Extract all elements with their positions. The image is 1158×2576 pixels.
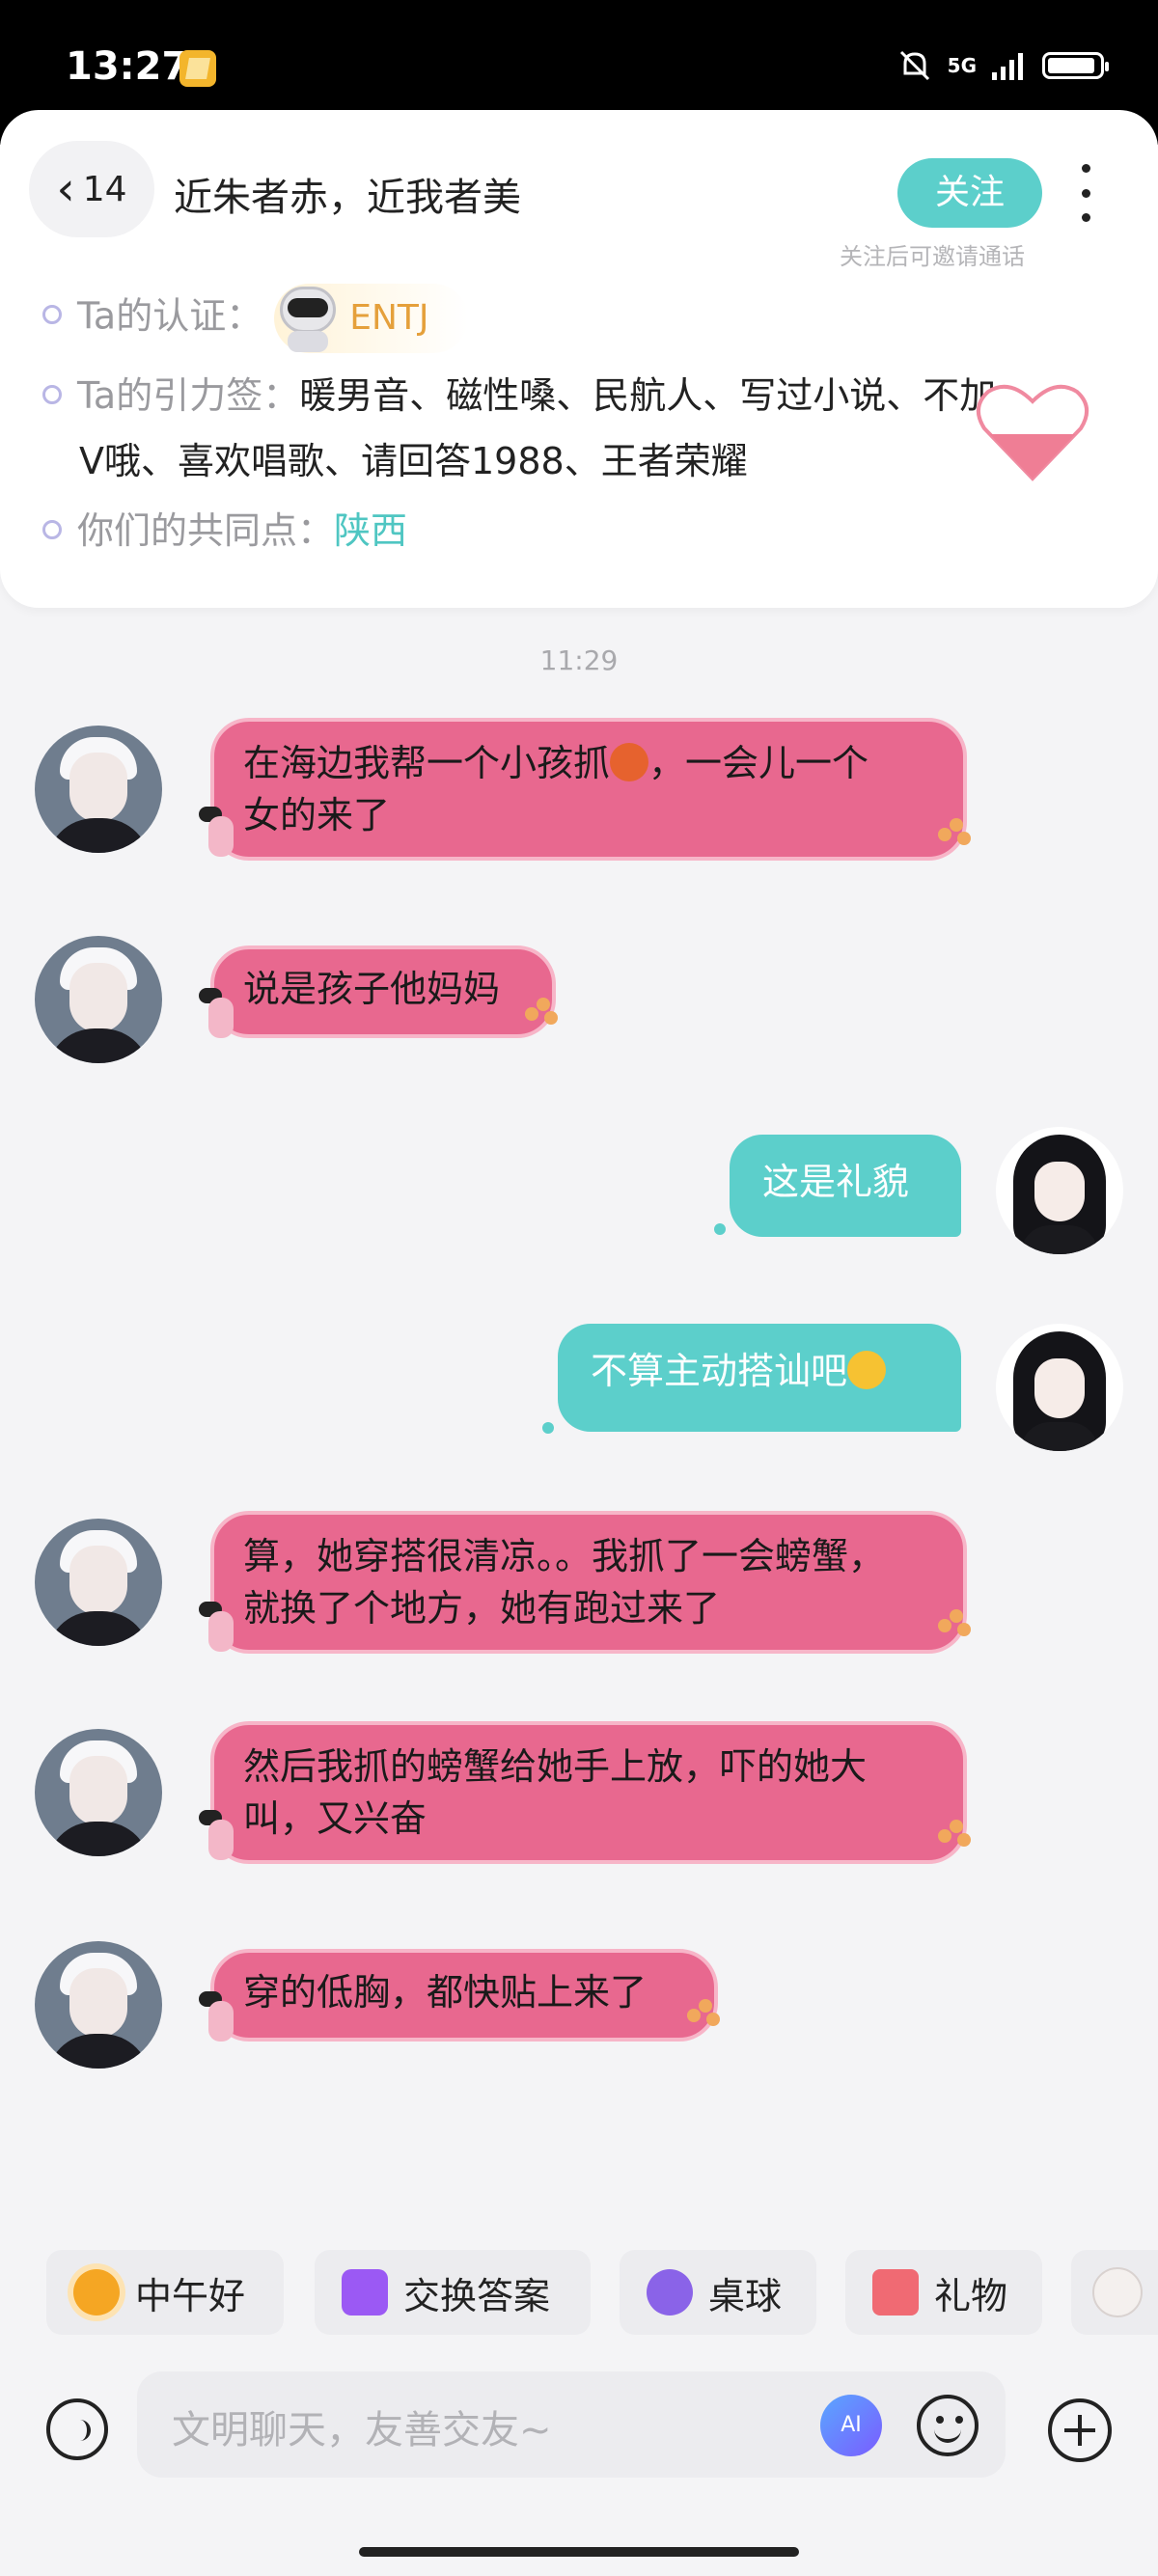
message-input-bar: 文明聊天，友善交友~ AI [0, 2360, 1158, 2495]
common-row: 你们的共同点：陕西 [42, 504, 407, 558]
bubble-tail [714, 1223, 726, 1235]
unread-count: 14 [82, 169, 127, 209]
voice-input-icon[interactable] [46, 2398, 108, 2460]
tags-row-cont: V哦、喜欢唱歌、请回答1988、王者荣耀 [79, 434, 748, 488]
bullet-icon [42, 519, 62, 539]
bullet-icon [42, 384, 62, 404]
mute-bell-icon [899, 50, 929, 81]
input-placeholder: 文明聊天，友善交友~ [172, 2408, 552, 2453]
follow-hint: 关注后可邀请通话 [840, 243, 1025, 270]
message-timestamp: 11:29 [539, 644, 619, 676]
cert-label: Ta的认证： [77, 294, 263, 338]
incoming-message[interactable]: 然后我抓的螃蟹给她手上放，吓的她大 叫，又兴奋 [210, 1721, 967, 1864]
swap-icon [342, 2269, 388, 2316]
quick-actions-bar: 中午好 交换答案 桌球 礼物 [0, 2250, 1158, 2343]
cat-face-icon [1092, 2267, 1143, 2317]
follow-button[interactable]: 关注 [897, 158, 1042, 228]
contact-avatar[interactable] [35, 1519, 162, 1646]
contact-avatar[interactable] [35, 1729, 162, 1856]
tags-line1: 暖男音、磁性嗓、民航人、写过小说、不加 [299, 374, 997, 417]
incoming-message[interactable]: 算，她穿搭很清凉。。我抓了一会螃蟹， 就换了个地方，她有跑过来了 [210, 1511, 967, 1654]
bubble-tail [542, 1422, 554, 1434]
outgoing-message[interactable]: 不算主动搭讪吧 [558, 1324, 961, 1432]
cert-row: Ta的认证： ENTJ [42, 284, 468, 353]
quick-action-greeting[interactable]: 中午好 [46, 2250, 284, 2335]
tags-row: Ta的引力签：暖男音、磁性嗓、民航人、写过小说、不加 [42, 369, 996, 423]
ai-assistant-icon[interactable]: AI [820, 2395, 882, 2456]
outgoing-message[interactable]: 这是礼貌 [730, 1135, 961, 1237]
contact-avatar[interactable] [35, 936, 162, 1063]
billiard-ball-icon [647, 2269, 693, 2316]
flower-icon [687, 1999, 722, 2034]
tags-label: Ta的引力签： [77, 374, 300, 417]
add-attachment-icon[interactable] [1048, 2398, 1112, 2462]
puppy-sticker-icon [199, 1810, 241, 1864]
quick-action-more[interactable] [1071, 2250, 1158, 2335]
laugh-cry-emoji-icon [847, 1350, 887, 1389]
quick-action-billiards[interactable]: 桌球 [620, 2250, 816, 2335]
puppy-sticker-icon [199, 807, 241, 861]
incoming-message[interactable]: 穿的低胸，都快贴上来了 [210, 1949, 718, 2042]
heart-icon[interactable] [975, 378, 1090, 484]
incoming-message[interactable]: 说是孩子他妈妈 [210, 945, 556, 1038]
status-time: 13:27 [66, 44, 189, 89]
flower-icon [938, 1609, 973, 1644]
mbti-badge[interactable]: ENTJ [274, 284, 468, 353]
common-value: 陕西 [334, 509, 408, 552]
quick-action-swap-answers[interactable]: 交换答案 [315, 2250, 591, 2335]
puppy-sticker-icon [199, 1991, 241, 2045]
astronaut-icon [274, 285, 342, 352]
gift-icon [872, 2269, 919, 2316]
chevron-left-icon: ‹ [56, 162, 75, 216]
home-indicator[interactable] [359, 2547, 799, 2557]
my-avatar[interactable] [996, 1324, 1123, 1451]
puppy-sticker-icon [199, 1602, 241, 1656]
quick-action-gift[interactable]: 礼物 [845, 2250, 1042, 2335]
flower-icon [938, 1820, 973, 1854]
flower-icon [938, 818, 973, 853]
battery-icon [1042, 52, 1109, 79]
flower-icon [525, 998, 560, 1032]
message-input[interactable]: 文明聊天，友善交友~ AI [137, 2371, 1006, 2478]
mbti-value: ENTJ [349, 298, 429, 338]
chat-title: 近朱者赤，近我者美 [174, 176, 521, 220]
contact-avatar[interactable] [35, 726, 162, 853]
back-button[interactable]: ‹ 14 [29, 141, 154, 237]
contact-avatar[interactable] [35, 1941, 162, 2069]
common-label: 你们的共同点： [77, 509, 335, 552]
emoji-icon[interactable] [917, 2395, 979, 2456]
signal-icon [992, 53, 1023, 80]
notes-app-icon [179, 50, 216, 87]
bullet-icon [42, 305, 62, 324]
incoming-message[interactable]: 在海边我帮一个小孩抓 ，一会儿一个 女的来了 [210, 718, 967, 861]
my-avatar[interactable] [996, 1127, 1123, 1254]
chat-header-card: ‹ 14 近朱者赤，近我者美 关注 关注后可邀请通话 Ta的认证： ENTJ Ta… [0, 110, 1158, 608]
crab-emoji-icon [610, 742, 649, 781]
more-menu-icon[interactable] [1071, 164, 1100, 222]
sun-icon [73, 2269, 120, 2316]
network-type: 5G [947, 54, 977, 77]
puppy-sticker-icon [199, 988, 241, 1042]
tags-line2: V哦、喜欢唱歌、请回答1988、王者荣耀 [79, 440, 748, 482]
status-icons: 5G [896, 46, 1109, 85]
